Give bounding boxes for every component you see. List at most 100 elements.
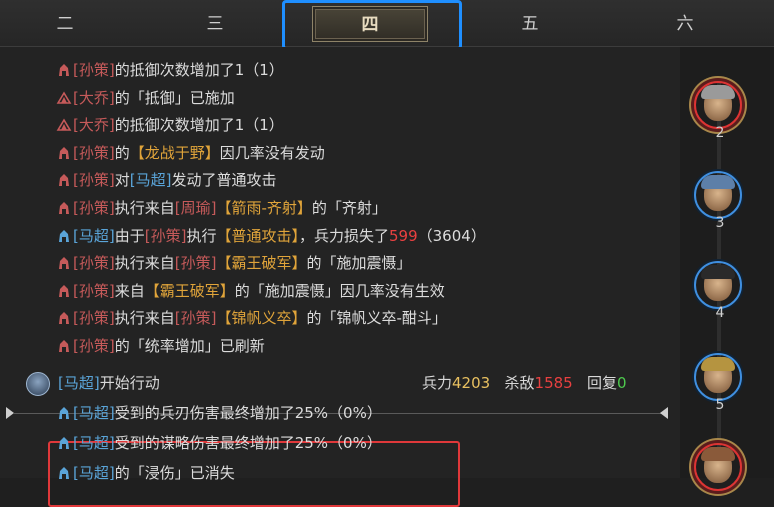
skill-name: 【锦帆义卒】: [216, 309, 307, 328]
log-text: 的「浸伤」已消失: [114, 464, 235, 482]
log-text: 受到的谋略伤害最终增加了25%（0%）: [114, 434, 382, 452]
skill-name: 【龙战于野】: [129, 143, 220, 162]
tab-label: 五: [521, 14, 539, 34]
log-line: [马超]受到的兵刃伤害最终增加了25%（0%）: [56, 400, 382, 426]
unit-name: [孙策]: [73, 199, 115, 217]
log-line: [孙策]的「统率增加」已刷新: [56, 333, 265, 359]
log-text: 因几率没有发动: [219, 143, 325, 162]
active-tab-highlight: [282, 0, 462, 50]
heal-label: 回复: [587, 374, 618, 392]
heal-value: 0: [617, 374, 627, 392]
log-text: 受到的兵刃伤害最终增加了25%（0%）: [114, 404, 382, 422]
unit-name: [马超]: [73, 404, 115, 422]
unit-name: [马超]: [73, 434, 115, 452]
skill-name: 【霸王破军】: [216, 254, 307, 273]
divider-right-arrow-icon: [660, 407, 668, 419]
log-line: [孙策]的抵御次数增加了1（1）: [56, 57, 284, 83]
red-hat-icon: [59, 340, 69, 352]
unit-name: [孙策]: [73, 337, 115, 355]
helmet-icon: [701, 357, 735, 371]
log-text: 的「齐射」: [311, 199, 387, 217]
red-hat-icon: [59, 64, 69, 76]
red-hat-icon: [59, 146, 69, 159]
red-fan-icon: [56, 91, 72, 104]
turn-order-avatar[interactable]: [694, 353, 742, 401]
log-text: 的「施加震慑」: [306, 254, 412, 273]
skill-name: 【箭雨-齐射】: [216, 199, 312, 217]
log-line: [孙策]对[马超]发动了普通攻击: [56, 167, 276, 193]
tab-round-2[interactable]: 二: [0, 6, 130, 42]
log-text: 的「统率增加」已刷新: [114, 337, 265, 355]
helmet-icon: [701, 85, 735, 99]
log-text: 执行来自: [114, 254, 175, 273]
unit-name: [孙策]: [144, 226, 187, 245]
unit-name: [孙策]: [73, 143, 115, 162]
unit-name: [马超]: [73, 226, 115, 245]
log-line: [大乔]的抵御次数增加了1（1）: [56, 112, 284, 138]
unit-name: [孙策]: [174, 254, 217, 273]
machao-avatar-icon: [26, 372, 50, 396]
log-line: [马超]由于[孙策]执行【普通攻击】，兵力损失了599（3604）: [56, 223, 486, 249]
damage-value: 599: [389, 226, 418, 245]
unit-name: [大乔]: [73, 116, 115, 135]
red-hat-icon: [59, 202, 69, 214]
turn-order-avatar[interactable]: [694, 81, 742, 129]
red-hat-icon: [59, 312, 69, 325]
blue-hat-icon: [59, 467, 69, 479]
helmet-icon: [701, 175, 735, 189]
tab-round-5[interactable]: 五: [465, 6, 595, 42]
log-line: [孙策]执行来自[孙策]【霸王破军】的「施加震慑」: [56, 250, 411, 276]
log-text: 对: [114, 171, 130, 190]
log-text: 来自: [114, 281, 145, 300]
log-text: 执行: [186, 226, 217, 245]
skill-name: 【霸王破军】: [144, 281, 235, 300]
log-text: 的抵御次数增加了1（1）: [114, 61, 284, 79]
turn-order-avatar[interactable]: [694, 171, 742, 219]
log-text: 发动了普通攻击: [171, 171, 277, 190]
red-hat-icon: [59, 174, 69, 187]
kills-value: 1585: [534, 374, 573, 392]
turn-order-number: 2: [715, 125, 725, 141]
log-text: 的「抵御」已施加: [114, 88, 235, 107]
helmet-icon: [701, 265, 735, 279]
log-line: [孙策]执行来自[周瑜]【箭雨-齐射】的「齐射」: [56, 195, 387, 221]
log-text: 的「施加震慑」因几率没有生效: [234, 281, 445, 300]
unit-name: [孙策]: [73, 61, 115, 79]
red-hat-icon: [59, 257, 69, 270]
turn-order-avatar[interactable]: [694, 261, 742, 309]
tab-label: 六: [676, 14, 694, 34]
tab-round-3[interactable]: 三: [150, 6, 280, 42]
blue-hat-icon: [59, 437, 69, 449]
skill-name: 【普通攻击】: [216, 226, 299, 245]
turn-order-avatar[interactable]: [694, 443, 742, 491]
divider-left-arrow-icon: [6, 407, 14, 419]
log-line: [马超]的「浸伤」已消失: [56, 460, 235, 486]
unit-name: [马超]: [129, 171, 172, 190]
actor-text: [马超]开始行动: [58, 370, 160, 396]
unit-name: [孙策]: [73, 309, 115, 328]
unit-name: [马超]: [73, 464, 115, 482]
kills-label: 杀敌: [504, 374, 535, 392]
red-hat-icon: [59, 284, 69, 297]
actor-name: [马超]: [58, 374, 100, 392]
troops-value: 4203: [452, 374, 491, 392]
battle-log[interactable]: [马超]开始行动 兵力4203 杀敌1585 回复0 [孙策]的抵御次数增加了1…: [0, 47, 680, 507]
actor-turn-line: [马超]开始行动 兵力4203 杀敌1585 回复0: [26, 370, 666, 396]
log-text: 执行来自: [114, 309, 175, 328]
turn-order-number: 3: [715, 215, 725, 231]
log-text: 由于: [114, 226, 145, 245]
helmet-icon: [701, 447, 735, 461]
unit-name: [孙策]: [73, 254, 115, 273]
turn-order-number: 5: [715, 397, 725, 413]
unit-name: [孙策]: [73, 171, 115, 190]
turn-order-number: 4: [715, 305, 725, 321]
unit-name: [孙策]: [174, 309, 217, 328]
log-text: ，兵力损失了: [298, 226, 389, 245]
unit-name: [周瑜]: [174, 199, 217, 217]
log-line: [孙策]的【龙战于野】因几率没有发动: [56, 140, 325, 166]
red-fan-icon: [56, 118, 72, 131]
log-text: （3604）: [417, 226, 486, 245]
turn-order-panel: 2 3 4 5: [680, 47, 774, 491]
tab-round-6[interactable]: 六: [620, 6, 750, 42]
log-line: [孙策]来自【霸王破军】的「施加震慑」因几率没有生效: [56, 278, 445, 304]
